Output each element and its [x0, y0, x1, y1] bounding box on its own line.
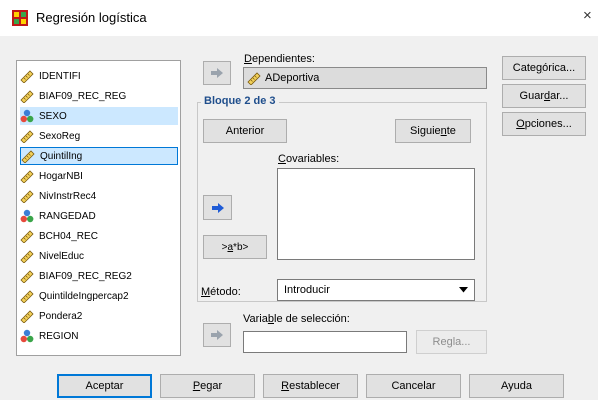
ruler-icon	[20, 170, 34, 183]
ruler-icon	[20, 290, 34, 303]
ruler-icon	[247, 72, 261, 85]
variable-label: QuintildeIngpercap2	[39, 290, 129, 302]
selection-variable-field[interactable]	[243, 331, 407, 353]
rule-button[interactable]: Regla...	[416, 330, 487, 354]
arrow-right-icon	[211, 330, 223, 340]
accept-button[interactable]: Aceptar	[57, 374, 152, 398]
dependent-value: ADeportiva	[265, 72, 320, 84]
method-select[interactable]: Introducir	[277, 279, 475, 301]
variable-item[interactable]: RANGEDAD	[20, 207, 178, 225]
move-selection-variable-button[interactable]	[203, 323, 231, 347]
method-value: Introducir	[284, 284, 330, 296]
block-label: Bloque 2 de 3	[201, 95, 279, 107]
ruler-icon	[20, 90, 34, 103]
method-label: Método:	[201, 286, 241, 298]
variable-item[interactable]: BCH04_REC	[20, 227, 178, 245]
reset-button[interactable]: Restablecer	[263, 374, 358, 398]
variable-item[interactable]: BIAF09_REC_REG	[20, 87, 178, 105]
ruler-icon	[21, 150, 35, 163]
variable-label: SexoReg	[39, 130, 81, 142]
ruler-icon	[20, 250, 34, 263]
variable-label: REGION	[39, 330, 79, 342]
variable-item[interactable]: QuintilIng	[20, 147, 178, 165]
covariates-label: Covariables:	[278, 153, 340, 165]
variable-item[interactable]: NivelEduc	[20, 247, 178, 265]
variable-label: QuintilIng	[40, 150, 83, 162]
variable-item[interactable]: SexoReg	[20, 127, 178, 145]
next-block-button[interactable]: Siguie n te	[395, 119, 471, 143]
variable-label: BIAF09_REC_REG2	[39, 270, 132, 282]
variable-label: NivelEduc	[39, 250, 85, 262]
previous-block-button[interactable]: Anterior	[203, 119, 287, 143]
dependent-field[interactable]: ADeportiva	[243, 67, 487, 89]
ruler-icon	[20, 190, 34, 203]
chevron-down-icon	[459, 287, 468, 293]
cancel-button[interactable]: Cancelar	[366, 374, 461, 398]
ruler-icon	[20, 130, 34, 143]
ruler-icon	[20, 70, 34, 83]
variable-item[interactable]: NivInstrRec4	[20, 187, 178, 205]
close-icon[interactable]: ×	[583, 7, 592, 24]
move-dependent-button[interactable]	[203, 61, 231, 85]
paste-button[interactable]: Pegar	[160, 374, 255, 398]
covariates-list[interactable]	[277, 168, 475, 260]
variable-label: BIAF09_REC_REG	[39, 90, 127, 102]
nominal-icon	[20, 329, 34, 343]
selection-variable-label: Variable de selección:	[243, 313, 350, 325]
categorical-button[interactable]: Cate g órica...	[502, 56, 586, 80]
interaction-button[interactable]: > a *b>	[203, 235, 267, 259]
nominal-icon	[20, 209, 34, 223]
arrow-right-icon	[211, 68, 223, 78]
variable-item[interactable]: SEXO	[20, 107, 178, 125]
window-title: Regresión logística	[36, 10, 147, 25]
variable-label: SEXO	[39, 110, 67, 122]
variable-label: BCH04_REC	[39, 230, 98, 242]
variable-label: IDENTIFI	[39, 70, 81, 82]
options-button[interactable]: Opciones...	[502, 112, 586, 136]
ruler-icon	[20, 230, 34, 243]
variable-label: HogarNBI	[39, 170, 83, 182]
spss-app-icon	[12, 10, 28, 26]
dependent-label: Dependientes:	[244, 53, 315, 65]
variable-item[interactable]: IDENTIFI	[20, 67, 178, 85]
variable-item[interactable]: BIAF09_REC_REG2	[20, 267, 178, 285]
nominal-icon	[20, 109, 34, 123]
variable-item[interactable]: Pondera2	[20, 307, 178, 325]
variable-item[interactable]: REGION	[20, 327, 178, 345]
ruler-icon	[20, 310, 34, 323]
variable-label: NivInstrRec4	[39, 190, 97, 202]
variable-item[interactable]: HogarNBI	[20, 167, 178, 185]
ruler-icon	[20, 270, 34, 283]
variable-item[interactable]: QuintildeIngpercap2	[20, 287, 178, 305]
variable-label: RANGEDAD	[39, 210, 96, 222]
arrow-right-icon	[211, 202, 224, 213]
help-button[interactable]: Ayuda	[469, 374, 564, 398]
save-button[interactable]: Guar d ar...	[502, 84, 586, 108]
variable-label: Pondera2	[39, 310, 83, 322]
move-covariate-button[interactable]	[203, 195, 232, 220]
variable-list[interactable]: IDENTIFI BIAF09_REC_REG SEXO SexoReg Qui…	[16, 60, 181, 356]
